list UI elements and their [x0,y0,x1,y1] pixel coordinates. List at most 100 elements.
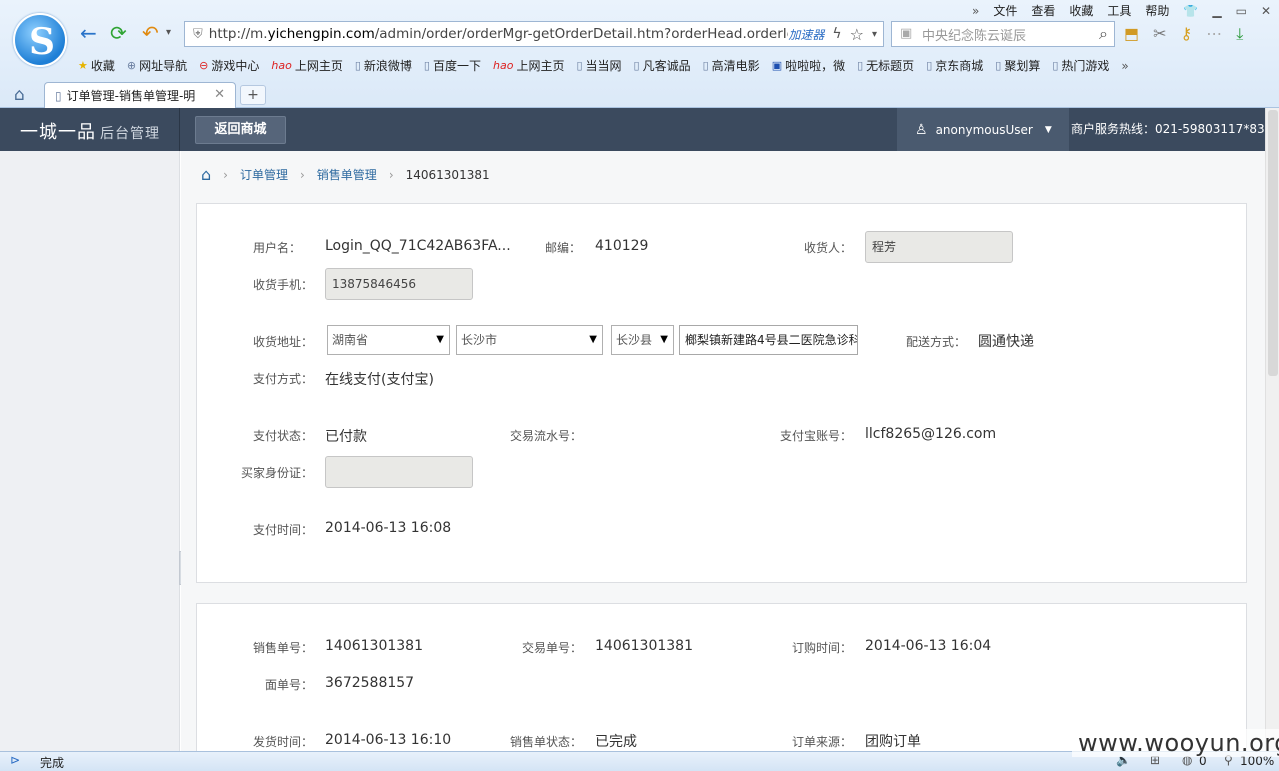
user-icon: ♙ [915,121,928,138]
bookmark-item[interactable]: ▯ 百度一下 [424,57,481,74]
bookmark-item[interactable]: ★ 收藏 [78,57,115,74]
bookmark-item[interactable]: hao 上网主页 [271,57,342,74]
menu-favorites[interactable]: 收藏 [1069,2,1093,19]
page-icon: ▯ [423,59,430,72]
brand-logo[interactable]: 一城一品 后台管理 [20,118,160,144]
receiver-label: 收货人： [804,241,853,255]
order-time-label: 订购时间： [792,641,853,655]
zip-label: 邮编： [545,241,582,255]
bookmark-item[interactable]: ▯ 高清电影 [703,57,760,74]
home-icon[interactable]: ⌂ [201,165,211,184]
bookmark-more-icon[interactable]: » [1121,57,1128,74]
key-icon[interactable]: ⚷ [1181,24,1193,44]
undo-icon[interactable]: ↶ [142,22,159,44]
search-engine-icon[interactable]: ▣ [900,26,912,41]
county-select[interactable]: 长沙县 ▼ [611,325,674,355]
chevron-down-icon: ▼ [660,334,668,345]
hao-icon: hao [271,59,292,72]
tab-order-detail[interactable]: ▯ 订单管理-销售单管理-明 ✕ [44,82,236,108]
back-arrow-icon[interactable]: ← [80,22,97,44]
page-icon: ▯ [995,59,1002,72]
pay-method-value: 在线支付(支付宝) [325,372,434,388]
sales-no-label: 销售单号： [253,641,314,655]
undo-dropdown-icon[interactable]: ▾ [166,22,171,44]
breadcrumb-order-mgmt[interactable]: 订单管理 [240,166,288,183]
bookmark-item[interactable]: ▯ 无标题页 [857,57,914,74]
source-label: 订单来源： [792,735,853,749]
bookmark-item[interactable]: ⊕ 网址导航 [127,57,187,74]
close-tab-icon[interactable]: ✕ [214,87,225,102]
scissors-icon[interactable]: ✂ [1153,24,1166,44]
bookmark-item[interactable]: hao 上网主页 [493,57,564,74]
skin-icon[interactable]: 👕 [1183,4,1198,18]
page-icon: ▯ [857,59,864,72]
download-icon[interactable]: ⤓ [1236,24,1243,44]
lightning-icon[interactable]: ϟ [832,26,841,42]
service-hotline: 商户服务热线：021-59803117*831 [1071,122,1273,136]
bookmark-item[interactable]: ▯ 当当网 [576,57,621,74]
order-time-value: 2014-06-13 16:04 [865,638,992,654]
menu-file[interactable]: 文件 [993,2,1017,19]
receiver-field[interactable]: 程芳 [865,231,1013,263]
bookmark-tool-icon[interactable]: ⬒ [1124,24,1139,44]
search-input[interactable]: ▣ 中央纪念陈云诞辰 ⌕ [891,21,1115,47]
bookmark-item[interactable]: ▣ 啦啦啦，微 [772,57,845,74]
more-icon[interactable]: ⋯ [1206,24,1222,44]
alipay-label: 支付宝账号： [780,429,853,443]
refresh-icon[interactable]: ⟳ [110,22,127,44]
order-info-panel: 用户名： Login_QQ_71C42AB63FA... 邮编： 410129 … [196,203,1247,583]
pay-time-value: 2014-06-13 16:08 [325,520,452,536]
breadcrumb-current: 14061301381 [405,167,490,182]
bookmark-item[interactable]: ⊖ 游戏中心 [199,57,259,74]
trade-value: 14061301381 [595,638,693,654]
breadcrumb-separator: › [223,167,228,182]
sales-status-value: 已完成 [595,734,637,750]
right-tools: ⬒ ✂ ⚷ ⋯ ⤓ [1124,24,1243,44]
bookmark-item[interactable]: ▯ 京东商城 [926,57,983,74]
status-text: 完成 [40,756,65,770]
menu-view[interactable]: 查看 [1031,2,1055,19]
new-tab-button[interactable]: + [240,85,266,105]
back-to-store-button[interactable]: 返回商城 [195,116,286,144]
page-icon: ▯ [1052,59,1059,72]
buyer-id-field[interactable] [325,456,473,488]
close-window-icon[interactable]: ✕ [1261,4,1271,18]
page-scrollbar[interactable] [1265,108,1279,751]
sidebar-toggle-icon[interactable]: ⊳ [10,753,20,767]
home-icon[interactable]: ⌂ [14,85,25,105]
scrollbar-thumb[interactable] [1268,110,1278,376]
bookmark-item[interactable]: ▯ 热门游戏 [1052,57,1109,74]
bookmark-item[interactable]: ▯ 新浪微博 [355,57,412,74]
breadcrumb-sales-mgmt[interactable]: 销售单管理 [317,166,377,183]
url-text[interactable]: http://m.yichengpin.com/admin/order/orde… [203,26,789,42]
source-value: 团购订单 [865,734,921,750]
bookmark-item[interactable]: ▯ 聚划算 [995,57,1040,74]
page-icon: ▯ [926,59,933,72]
pay-time-label: 支付时间： [253,523,314,537]
buyer-id-label: 买家身份证： [241,466,314,480]
page-icon: ▯ [354,59,361,72]
city-select[interactable]: 长沙市 ▼ [456,325,603,355]
username-value: Login_QQ_71C42AB63FA... [325,238,511,254]
username-label: 用户名： [253,241,302,255]
accelerator-label[interactable]: 加速器 [788,26,824,43]
url-dropdown-icon[interactable]: ▾ [872,29,877,40]
search-icon[interactable]: ⌕ [1099,24,1108,44]
user-menu[interactable]: ♙ anonymousUser ▼ [897,108,1069,151]
menu-tools[interactable]: 工具 [1107,2,1131,19]
header-divider [179,108,180,151]
breadcrumb-separator: › [388,167,394,182]
province-select[interactable]: 湖南省 ▼ [327,325,450,355]
minimize-icon[interactable]: ▁ [1212,4,1221,18]
trade-no-label: 交易流水号： [510,429,583,443]
expand-icon[interactable]: » [972,4,979,18]
bookmark-item[interactable]: ▯ 凡客诚品 [634,57,691,74]
star-icon[interactable]: ☆ [850,25,864,44]
menu-help[interactable]: 帮助 [1145,2,1169,19]
address-field[interactable]: 榔梨镇新建路4号县二医院急诊科 [679,325,858,355]
address-bar[interactable]: ⛨ http://m.yichengpin.com/admin/order/or… [184,21,884,47]
sogou-logo-icon: S [13,13,67,67]
browser-toolbar: S » 文件 查看 收藏 工具 帮助 👕 ▁ ▭ ✕ ← ⟳ ↶ ▾ ⛨ htt… [0,0,1279,108]
phone-field[interactable]: 13875846456 [325,268,473,300]
maximize-icon[interactable]: ▭ [1236,4,1247,18]
